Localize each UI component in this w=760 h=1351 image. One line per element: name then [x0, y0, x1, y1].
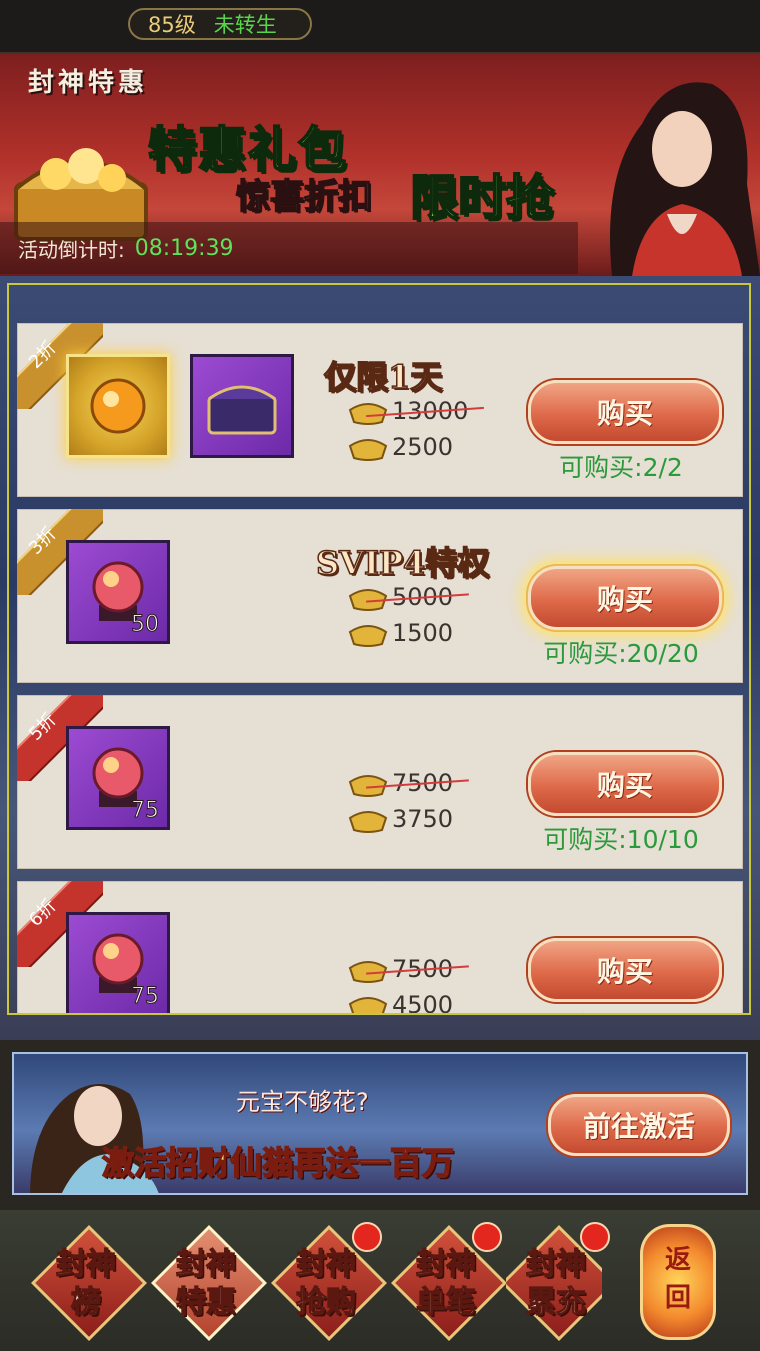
offer-title: SVIP4特权 — [315, 543, 490, 583]
tab-label: 抢购 — [295, 1284, 356, 1320]
tab-label: 榜 — [70, 1284, 101, 1320]
sale-price-value: 3750 — [392, 805, 454, 833]
sale-price-value: 4500 — [392, 991, 454, 1015]
tab-flash-sale[interactable]: 封神 抢购 — [271, 1222, 387, 1341]
sale-price-value: 2500 — [392, 433, 454, 461]
purchase-quota: 可购买:20/20 — [543, 639, 699, 668]
original-price: 5000 — [348, 582, 470, 612]
tab-ranking[interactable]: 封神榜 — [31, 1225, 147, 1341]
red-orb-icon[interactable]: 75 — [66, 912, 170, 1013]
red-orb-icon[interactable]: 75 — [66, 726, 170, 830]
activation-promo-banner: 元宝不够花? 激活招财仙猫再送一百万 前往激活 — [12, 1052, 748, 1195]
notification-dot — [352, 1222, 382, 1252]
buy-button[interactable]: 购买 — [528, 566, 722, 630]
promo-question: 元宝不够花? — [236, 1088, 369, 1116]
item-quantity: 75 — [131, 798, 160, 824]
ingot-icon — [348, 589, 388, 611]
promo-header-banner: 封神特惠 特惠礼包 惊喜折扣 限时抢 活动倒计时: 08:19:39 — [0, 54, 760, 276]
item-quantity: 50 — [131, 612, 160, 638]
top-status-bar: 85级 未转生 — [0, 0, 760, 54]
countdown-label: 活动倒计时: — [18, 237, 125, 262]
original-price: 7500 — [348, 954, 470, 984]
notification-dot — [472, 1222, 502, 1252]
banner-title: 封神特惠 — [28, 68, 149, 98]
purple-chest-icon[interactable] — [190, 354, 294, 458]
player-level: 85级 — [148, 13, 196, 37]
tab-cumulative-recharge[interactable]: 封神 累充 — [506, 1222, 610, 1341]
buy-button[interactable]: 购买 — [528, 938, 722, 1002]
ingot-icon — [348, 775, 388, 797]
back-label: 返 — [664, 1245, 691, 1275]
back-label: 回 — [664, 1283, 691, 1313]
original-price: 7500 — [348, 768, 470, 798]
purchase-quota: 可购买:10/10 — [516, 1006, 726, 1013]
item-quantity: 75 — [131, 984, 160, 1010]
countdown-bar: 活动倒计时: 08:19:39 — [0, 222, 578, 274]
buy-button[interactable]: 购买 — [528, 380, 722, 444]
level-pill: 85级 未转生 — [128, 8, 312, 40]
tab-label: 封神 — [525, 1246, 586, 1282]
tab-special-offer[interactable]: 封神 特惠 — [151, 1225, 267, 1341]
purchase-quota: 可购买:10/10 — [543, 825, 699, 854]
ingot-icon — [348, 961, 388, 983]
sale-price: 3750 — [348, 804, 453, 834]
sale-price: 4500 — [348, 990, 454, 1015]
banner-subline: 惊喜折扣 — [235, 176, 373, 218]
tab-label: 单笔 — [415, 1284, 476, 1320]
ingot-icon — [348, 811, 388, 833]
sale-price-value: 1500 — [392, 619, 454, 647]
countdown-value: 08:19:39 — [134, 235, 234, 261]
offer-title: 仅限1天 — [323, 357, 443, 397]
sale-price: 2500 — [348, 432, 453, 462]
tab-label: 封神 — [295, 1246, 356, 1282]
ingot-icon — [348, 625, 388, 647]
promo-headline: 激活招财仙猫再送一百万 — [101, 1143, 455, 1183]
offer-card-1: 2折 仅限1天 13000 2500 购买 可购买:2/2 — [17, 323, 743, 497]
sale-price: 1500 — [348, 618, 453, 648]
buy-button[interactable]: 购买 — [528, 752, 722, 816]
back-button[interactable]: 返回 — [640, 1224, 716, 1340]
ingot-icon — [348, 403, 388, 425]
tab-label: 封神 — [415, 1246, 476, 1282]
offer-card-2: 3折 50 SVIP4特权 5000 1500 购买 可购买:20/20 — [17, 509, 743, 683]
banner-limited: 限时抢 — [409, 169, 555, 227]
go-activate-button[interactable]: 前往激活 — [548, 1094, 730, 1156]
ingot-icon — [348, 439, 388, 461]
offer-card-4: 6折 75 7500 4500 购买 可购买:10/10 — [17, 881, 743, 1015]
character-portrait — [610, 82, 760, 276]
tab-label: 特惠 — [175, 1284, 236, 1320]
purchase-quota: 可购买:2/2 — [559, 453, 683, 482]
offer-list[interactable]: 2折 仅限1天 13000 2500 购买 可购买:2/2 3折 50 SVIP… — [7, 283, 751, 1015]
gold-orb-icon[interactable] — [66, 354, 170, 458]
tab-label: 封神 — [55, 1246, 116, 1282]
reborn-status: 未转生 — [213, 13, 277, 37]
notification-dot — [580, 1222, 610, 1252]
tab-label: 累充 — [525, 1284, 586, 1320]
original-price: 13000 — [348, 396, 485, 426]
red-orb-icon[interactable]: 50 — [66, 540, 170, 644]
offer-card-3: 5折 75 7500 3750 购买 可购买:10/10 — [17, 695, 743, 869]
tab-label: 封神 — [175, 1246, 236, 1282]
tab-single-recharge[interactable]: 封神 单笔 — [391, 1222, 507, 1341]
ingot-icon — [348, 997, 388, 1013]
